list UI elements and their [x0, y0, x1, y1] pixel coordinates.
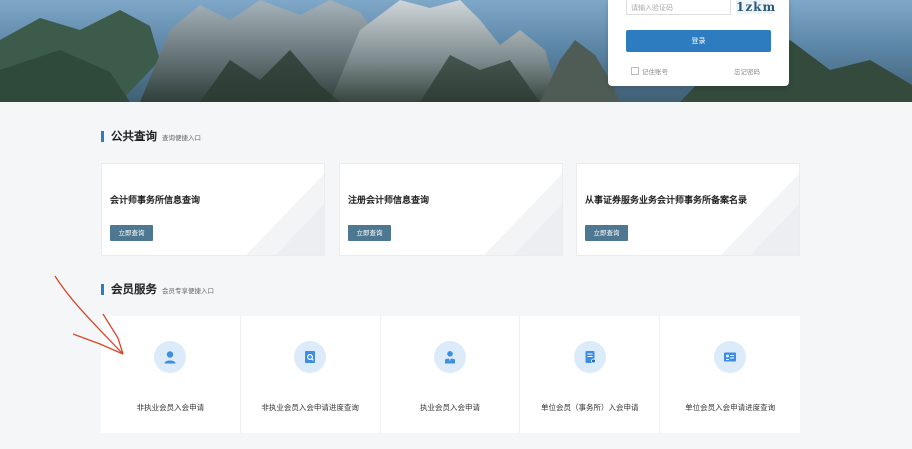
card-decoration-graphic [245, 174, 324, 255]
query-card-title: 会计师事务所信息查询 [110, 196, 201, 206]
service-label: 单位会员（事务所）入会申请 [541, 403, 639, 412]
query-card-title: 注册会计师信息查询 [348, 196, 430, 206]
id-card-icon [714, 341, 747, 373]
section-subtitle: 查询便捷入口 [162, 134, 201, 142]
heading-accent-bar [101, 283, 104, 295]
query-card-cpa[interactable]: 注册会计师信息查询 立即查询 [339, 163, 563, 256]
service-label: 非执业会员入会申请 [136, 403, 205, 412]
section-title: 会员服务 [111, 282, 157, 296]
service-practicing-apply[interactable]: 执业会员入会申请 [381, 316, 521, 433]
member-service-panel: 非执业会员入会申请 非执业会员入会申请进度查询 执业会员入会申请 单位会员（事务… [101, 316, 800, 433]
query-card-title: 从事证券服务业务会计师事务所备案名录 [585, 196, 748, 206]
forgot-password-link[interactable]: 忘记密码 [734, 66, 760, 76]
query-now-button[interactable]: 立即查询 [110, 225, 153, 241]
section-subtitle: 会员专享便捷入口 [162, 287, 214, 295]
query-card-securities[interactable]: 从事证券服务业务会计师事务所备案名录 立即查询 [576, 163, 800, 256]
captcha-image[interactable]: 1zkm [736, 0, 775, 14]
service-label: 非执业会员入会申请进度查询 [261, 403, 359, 412]
professional-person-icon [433, 341, 466, 373]
service-firm-apply[interactable]: 单位会员（事务所）入会申请 [520, 316, 661, 433]
query-card-firm[interactable]: 会计师事务所信息查询 立即查询 [101, 163, 325, 256]
service-label: 单位会员入会申请进度查询 [685, 403, 776, 412]
card-decoration-graphic [720, 174, 799, 255]
service-non-practicing-apply[interactable]: 非执业会员入会申请 [101, 316, 241, 433]
card-decoration-graphic [483, 174, 562, 255]
remember-account[interactable]: 记住账号 [631, 66, 668, 76]
remember-label: 记住账号 [642, 68, 668, 76]
login-panel: 请输入验证码 1zkm 登录 记住账号 忘记密码 [608, 0, 789, 86]
service-label: 执业会员入会申请 [419, 403, 480, 412]
heading-accent-bar [101, 130, 104, 142]
service-firm-progress[interactable]: 单位会员入会申请进度查询 [660, 316, 800, 433]
section-title: 公共查询 [111, 129, 157, 143]
remember-checkbox[interactable] [631, 67, 639, 75]
captcha-input[interactable]: 请输入验证码 [626, 0, 731, 15]
query-now-button[interactable]: 立即查询 [585, 225, 628, 241]
member-service-heading: 会员服务 会员专享便捷入口 [101, 281, 214, 297]
service-non-practicing-progress[interactable]: 非执业会员入会申请进度查询 [241, 316, 381, 433]
query-now-button[interactable]: 立即查询 [348, 225, 391, 241]
file-form-icon [573, 341, 606, 373]
document-search-icon [294, 341, 327, 373]
person-icon [154, 341, 187, 373]
login-button[interactable]: 登录 [626, 30, 771, 52]
public-query-heading: 公共查询 查询便捷入口 [101, 128, 201, 144]
